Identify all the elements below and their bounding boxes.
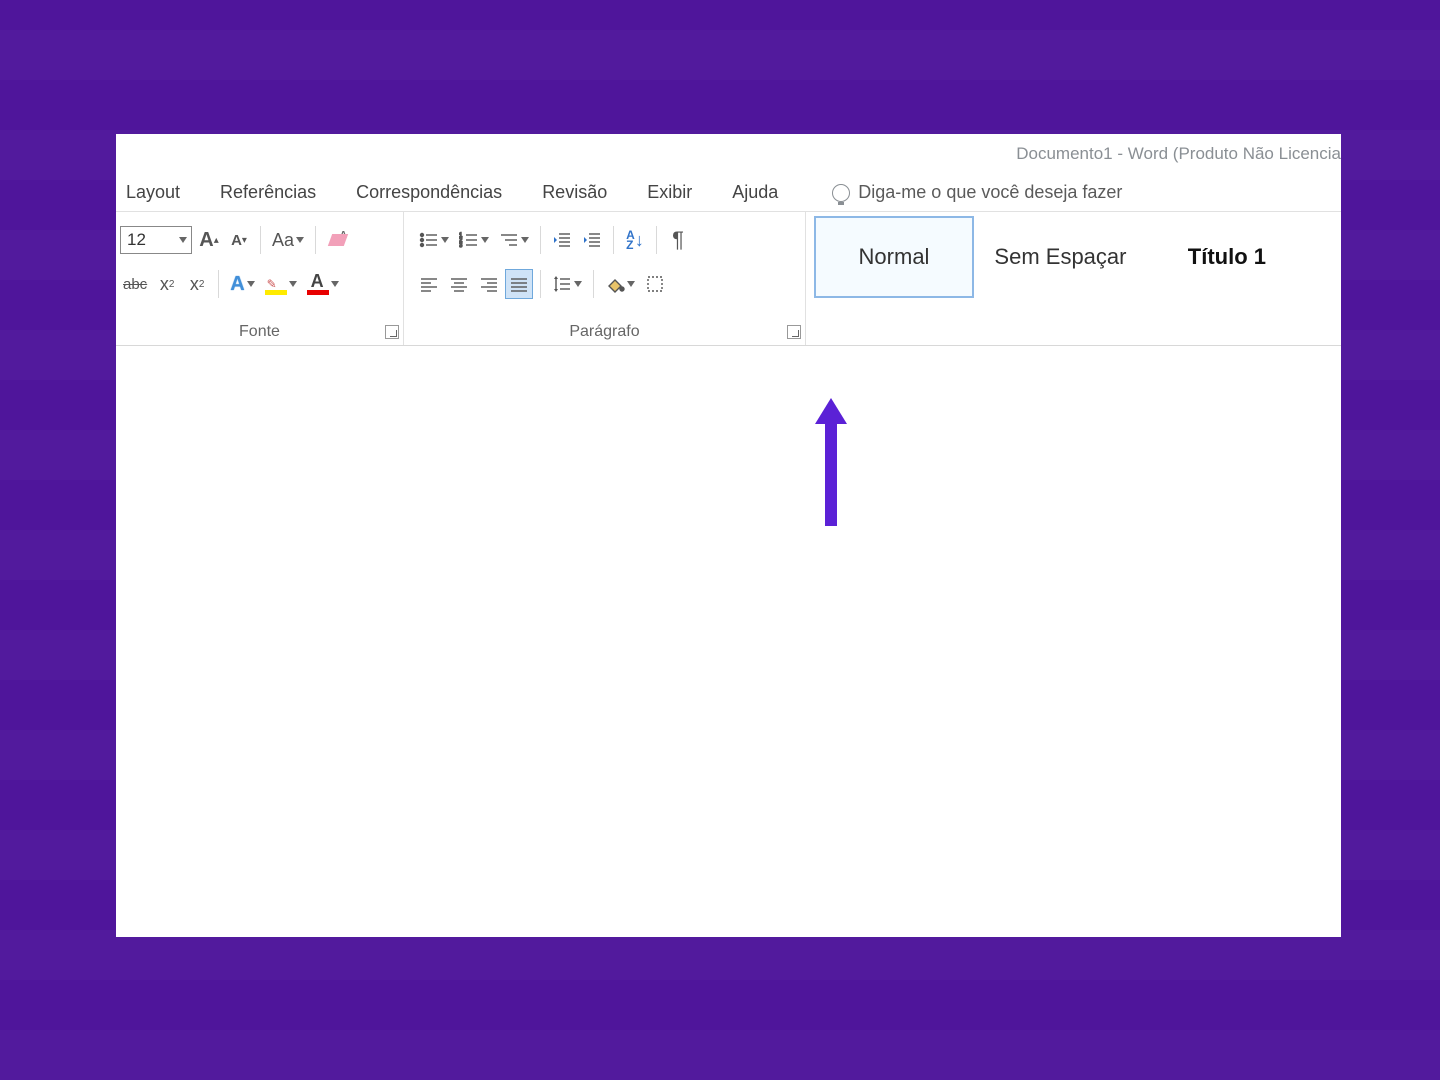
number-list-icon: 123	[459, 230, 479, 250]
document-canvas[interactable]	[116, 346, 1341, 937]
bullet-list-icon	[419, 230, 439, 250]
multilevel-list-button[interactable]	[496, 226, 532, 254]
chevron-down-icon	[627, 281, 635, 287]
separator	[593, 270, 594, 298]
chevron-down-icon	[481, 237, 489, 243]
decrease-indent-button[interactable]	[549, 226, 575, 254]
outdent-icon	[552, 230, 572, 250]
ribbon-body: 12 A▴ A▾ Aa A	[116, 212, 1341, 346]
font-size-value: 12	[127, 230, 146, 250]
style-normal[interactable]: Normal	[814, 216, 974, 298]
separator	[613, 226, 614, 254]
chevron-down-icon	[296, 237, 304, 243]
pilcrow-icon: ¶	[672, 227, 684, 253]
sort-button[interactable]: A Z↓	[622, 226, 648, 254]
style-no-spacing[interactable]: Sem Espaçar	[980, 216, 1140, 298]
tell-me-placeholder: Diga-me o que você deseja fazer	[858, 182, 1122, 203]
ribbon-tabs: Layout Referências Correspondências Revi…	[116, 174, 1341, 212]
paint-bucket-icon	[605, 274, 625, 294]
separator	[540, 226, 541, 254]
borders-button[interactable]	[642, 270, 668, 298]
chevron-down-icon	[521, 237, 529, 243]
strikethrough-button[interactable]: abc	[120, 270, 150, 298]
sort-icon: A Z	[626, 230, 635, 250]
font-color-icon: A	[307, 273, 329, 295]
numbering-button[interactable]: 123	[456, 226, 492, 254]
ribbon-group-paragraph: 123 A Z↓	[404, 212, 806, 345]
align-left-button[interactable]	[416, 270, 442, 298]
lightbulb-icon	[832, 184, 850, 202]
ribbon-group-styles: Normal Sem Espaçar Título 1	[806, 212, 1341, 345]
align-center-button[interactable]	[446, 270, 472, 298]
grow-font-button[interactable]: A▴	[196, 226, 222, 254]
tab-review[interactable]: Revisão	[536, 176, 613, 209]
font-dialog-launcher[interactable]	[385, 325, 399, 339]
change-case-button[interactable]: Aa	[269, 226, 307, 254]
superscript-button[interactable]: x2	[184, 270, 210, 298]
separator	[540, 270, 541, 298]
line-spacing-icon	[552, 274, 572, 294]
chevron-down-icon	[289, 281, 297, 287]
tab-mailings[interactable]: Correspondências	[350, 176, 508, 209]
tab-help[interactable]: Ajuda	[726, 176, 784, 209]
style-heading-1[interactable]: Título 1	[1147, 216, 1307, 298]
shading-button[interactable]	[602, 270, 638, 298]
ribbon-group-font: 12 A▴ A▾ Aa A	[116, 212, 404, 345]
clear-formatting-button[interactable]: A	[324, 226, 352, 254]
highlight-color-button[interactable]: ✎	[262, 270, 300, 298]
align-right-button[interactable]	[476, 270, 502, 298]
highlighter-icon: ✎	[265, 273, 287, 295]
align-center-icon	[449, 274, 469, 294]
chevron-down-icon	[179, 237, 187, 243]
separator	[315, 226, 316, 254]
align-right-icon	[479, 274, 499, 294]
justify-icon	[509, 274, 529, 294]
tab-layout[interactable]: Layout	[120, 176, 186, 209]
line-spacing-button[interactable]	[549, 270, 585, 298]
multilevel-list-icon	[499, 230, 519, 250]
separator	[218, 270, 219, 298]
text-effects-button[interactable]: A	[227, 270, 257, 298]
tab-view[interactable]: Exibir	[641, 176, 698, 209]
group-label-paragraph: Parágrafo	[404, 323, 805, 341]
paragraph-dialog-launcher[interactable]	[787, 325, 801, 339]
title-bar: Documento1 - Word (Produto Não Licencia	[116, 134, 1341, 174]
chevron-down-icon	[331, 281, 339, 287]
separator	[656, 226, 657, 254]
svg-text:3: 3	[459, 243, 463, 249]
subscript-button[interactable]: x2	[154, 270, 180, 298]
bullets-button[interactable]	[416, 226, 452, 254]
align-left-icon	[419, 274, 439, 294]
shrink-font-button[interactable]: A▾	[226, 226, 252, 254]
tell-me-search[interactable]: Diga-me o que você deseja fazer	[832, 182, 1122, 203]
eraser-icon: A	[327, 229, 349, 251]
chevron-down-icon	[247, 281, 255, 287]
font-color-button[interactable]: A	[304, 270, 342, 298]
word-window: Documento1 - Word (Produto Não Licencia …	[116, 134, 1341, 937]
tab-references[interactable]: Referências	[214, 176, 322, 209]
show-hide-paragraph-button[interactable]: ¶	[665, 226, 691, 254]
borders-icon	[645, 274, 665, 294]
group-label-font: Fonte	[116, 323, 403, 341]
chevron-down-icon	[441, 237, 449, 243]
font-size-input[interactable]: 12	[120, 226, 192, 254]
justify-button[interactable]	[506, 270, 532, 298]
chevron-down-icon	[574, 281, 582, 287]
indent-icon	[582, 230, 602, 250]
increase-indent-button[interactable]	[579, 226, 605, 254]
document-title: Documento1 - Word (Produto Não Licencia	[1016, 144, 1341, 164]
separator	[260, 226, 261, 254]
